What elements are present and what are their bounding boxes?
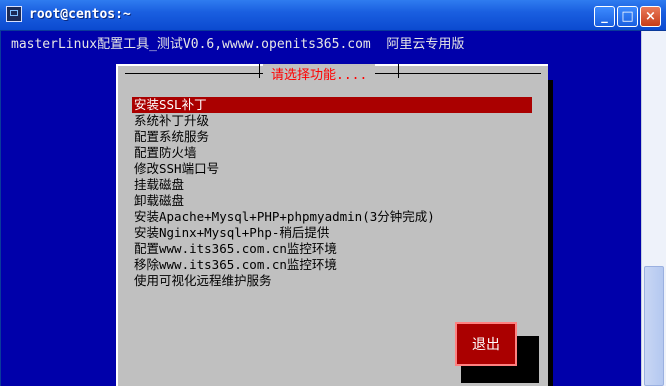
window-titlebar[interactable]: root@centos:~ _ □ ×: [0, 0, 666, 31]
menu-item[interactable]: 卸载磁盘: [132, 193, 532, 209]
menu-item[interactable]: 安装Nginx+Mysql+Php-稍后提供: [132, 225, 532, 241]
menu-item[interactable]: 配置www.its365.com.cn监控环境: [132, 241, 532, 257]
window-title: root@centos:~: [29, 7, 131, 22]
menu-item[interactable]: 移除www.its365.com.cn监控环境: [132, 257, 532, 273]
menu-item[interactable]: 挂载磁盘: [132, 177, 532, 193]
function-menu-list: 安装SSL补丁 系统补丁升级 配置系统服务 配置防火墙 修改SSH端口号 挂载磁盘 卸载磁盘…: [132, 97, 532, 289]
title-bracket-right: [398, 64, 402, 78]
menu-item[interactable]: 配置系统服务: [132, 129, 532, 145]
menu-item[interactable]: 安装Apache+Mysql+PHP+phpmyadmin(3分钟完成): [132, 209, 532, 225]
exit-button[interactable]: 退出: [455, 322, 517, 366]
minimize-button[interactable]: _: [594, 6, 615, 27]
dialog-title: 请选择功能....: [263, 64, 376, 83]
exit-button-label: 退出: [472, 337, 500, 353]
tool-header-line: masterLinux配置工具_测试V0.6,wwww.openits365.c…: [11, 37, 465, 52]
terminal-app-icon: [6, 6, 22, 22]
menu-item[interactable]: 系统补丁升级: [132, 113, 532, 129]
menu-item[interactable]: 安装SSL补丁: [132, 97, 532, 113]
menu-item[interactable]: 配置防火墙: [132, 145, 532, 161]
maximize-button[interactable]: □: [617, 6, 638, 27]
menu-item[interactable]: 使用可视化远程维护服务: [132, 273, 532, 289]
vertical-scrollbar[interactable]: [641, 31, 666, 386]
menu-item[interactable]: 修改SSH端口号: [132, 161, 532, 177]
scroll-thumb[interactable]: [644, 266, 664, 386]
function-menu-dialog: 请选择功能.... 安装SSL补丁 系统补丁升级 配置系统服务 配置防火墙 修改SSH端…: [116, 64, 548, 386]
close-button[interactable]: ×: [640, 6, 661, 27]
